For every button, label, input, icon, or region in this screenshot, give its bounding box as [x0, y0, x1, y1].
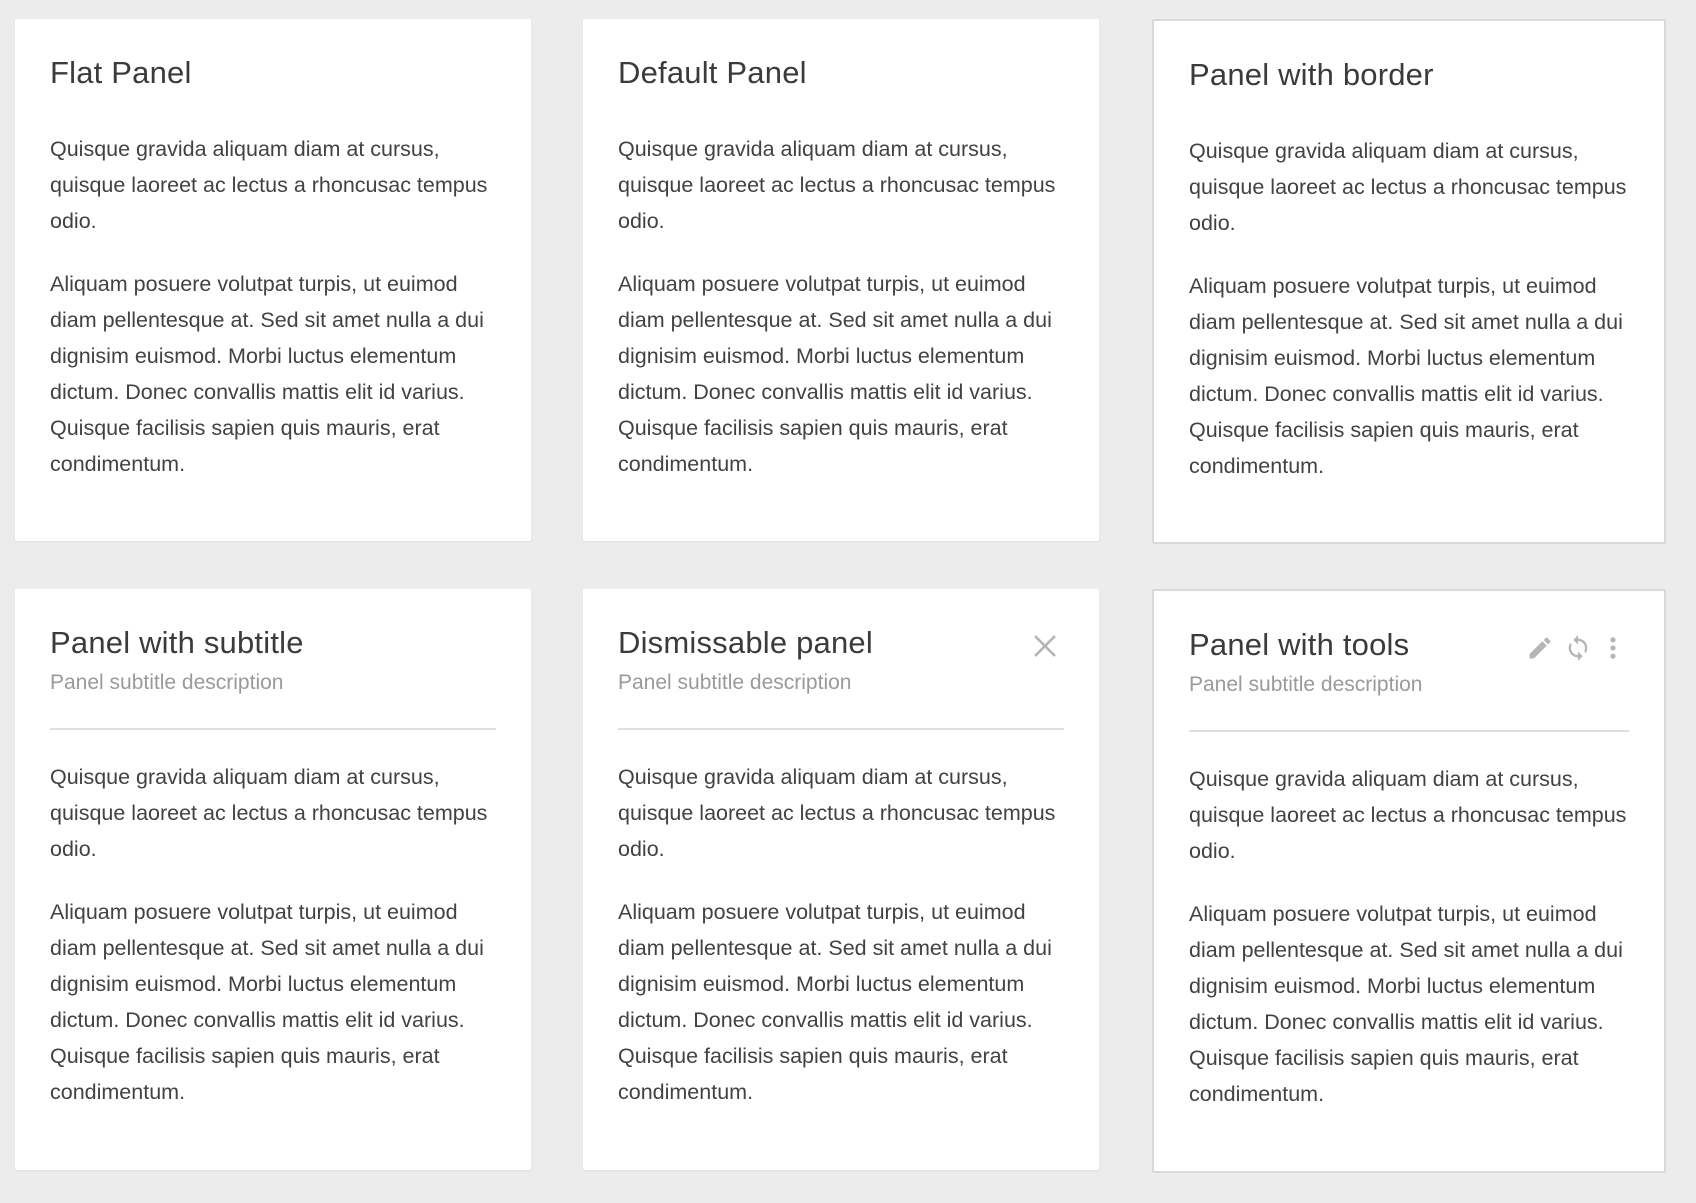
panel-title: Default Panel [618, 55, 807, 90]
panel-subtitle: Panel subtitle description [1189, 673, 1423, 696]
edit-button[interactable] [1523, 631, 1557, 665]
flat-panel: Flat Panel Quisque gravida aliquam diam … [15, 19, 531, 541]
panel-title: Flat Panel [50, 55, 192, 90]
panel-subtitle: Panel subtitle description [618, 671, 852, 694]
refresh-button[interactable] [1561, 631, 1595, 665]
more-vertical-icon [1610, 637, 1616, 659]
panel-paragraph: Aliquam posuere volutpat turpis, ut euim… [50, 900, 484, 1104]
panel-body: Quisque gravida aliquam diam at cursus, … [618, 131, 1069, 509]
panel-body: Quisque gravida aliquam diam at cursus, … [1189, 761, 1634, 1139]
panel-paragraph: Quisque gravida aliquam diam at cursus, … [50, 137, 488, 233]
panel-subtitle: Panel subtitle description [50, 671, 284, 694]
panel-title: Panel with subtitle [50, 625, 304, 660]
refresh-icon [1568, 635, 1588, 661]
panel-paragraph: Quisque gravida aliquam diam at cursus, … [618, 137, 1056, 233]
panel-paragraph: Quisque gravida aliquam diam at cursus, … [1189, 139, 1627, 235]
panel-divider [1189, 730, 1629, 732]
panel-body: Quisque gravida aliquam diam at cursus, … [50, 131, 501, 509]
panel-paragraph: Quisque gravida aliquam diam at cursus, … [618, 765, 1056, 861]
panel-paragraph: Aliquam posuere volutpat turpis, ut euim… [50, 272, 484, 476]
panel-body: Quisque gravida aliquam diam at cursus, … [50, 759, 501, 1137]
panel-paragraph: Quisque gravida aliquam diam at cursus, … [1189, 767, 1627, 863]
panel-divider [618, 728, 1064, 730]
panel-divider [50, 728, 496, 730]
dismissable-panel: Dismissable panel Panel subtitle descrip… [583, 589, 1099, 1170]
panel-title: Panel with tools [1189, 627, 1410, 662]
panel-paragraph: Aliquam posuere volutpat turpis, ut euim… [1189, 274, 1623, 478]
panel-body: Quisque gravida aliquam diam at cursus, … [618, 759, 1069, 1137]
bordered-panel: Panel with border Quisque gravida aliqua… [1152, 19, 1666, 544]
panel-paragraph: Aliquam posuere volutpat turpis, ut euim… [1189, 902, 1623, 1106]
panel-paragraph: Aliquam posuere volutpat turpis, ut euim… [618, 900, 1052, 1104]
tools-panel: Panel with tools Panel subtitle descript… [1152, 589, 1666, 1173]
panel-body: Quisque gravida aliquam diam at cursus, … [1189, 133, 1634, 511]
default-panel: Default Panel Quisque gravida aliquam di… [583, 19, 1099, 541]
pencil-icon [1529, 637, 1551, 659]
panel-paragraph: Aliquam posuere volutpat turpis, ut euim… [618, 272, 1052, 476]
panel-paragraph: Quisque gravida aliquam diam at cursus, … [50, 765, 488, 861]
panel-title: Panel with border [1189, 57, 1434, 92]
panel-title: Dismissable panel [618, 625, 873, 660]
more-options-button[interactable] [1596, 631, 1630, 665]
close-button[interactable] [1028, 629, 1062, 663]
close-icon [1034, 635, 1056, 657]
subtitle-panel: Panel with subtitle Panel subtitle descr… [15, 589, 531, 1170]
